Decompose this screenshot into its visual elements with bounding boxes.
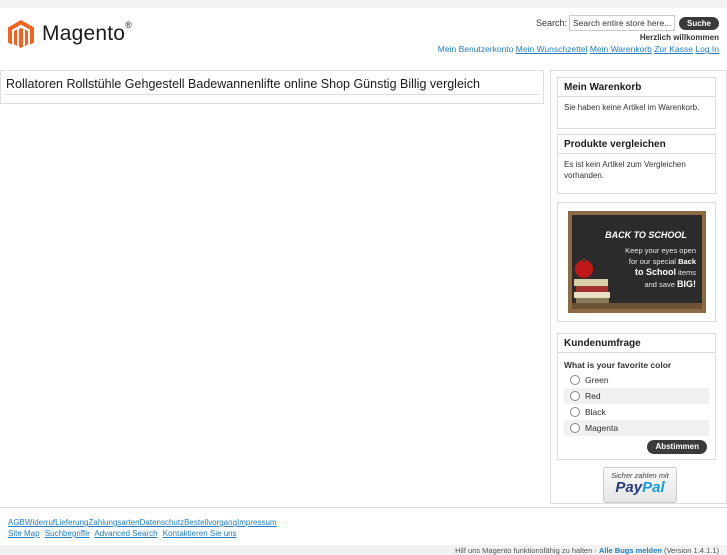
banner-line2: for our special Back bbox=[629, 257, 697, 266]
footer-divider bbox=[0, 507, 727, 508]
login-link[interactable]: Log In bbox=[695, 44, 719, 54]
wishlist-link[interactable]: Mein Wunschzettel bbox=[516, 44, 588, 54]
magento-logo-icon bbox=[8, 20, 34, 48]
vote-button[interactable]: Abstimmen bbox=[647, 440, 707, 454]
footer-contact-link[interactable]: Kontaktieren Sie uns bbox=[163, 529, 237, 538]
poll-option-green[interactable]: Green bbox=[564, 372, 709, 388]
checkout-link[interactable]: Zur Kasse bbox=[654, 44, 693, 54]
footer-links: Site Map Suchbegriffe Advanced Search Ko… bbox=[8, 529, 240, 538]
logo-text: Magento® bbox=[42, 20, 132, 45]
compare-empty-text: Es ist kein Artikel zum Vergleichen vorh… bbox=[564, 160, 686, 180]
chalkboard-banner-image: BACK TO SCHOOL Keep your eyes open for o… bbox=[558, 203, 715, 321]
page-title: Rollatoren Rollstühle Gehgestell Badewan… bbox=[6, 77, 480, 91]
footer-version-note: Hilf uns Magento funktionsfähig zu halte… bbox=[455, 546, 719, 555]
title-divider bbox=[5, 94, 539, 95]
store-logo[interactable]: Magento® bbox=[8, 20, 132, 48]
radio-button[interactable] bbox=[570, 375, 580, 385]
search-label: Search: bbox=[535, 18, 567, 28]
search-button[interactable]: Suche bbox=[678, 16, 719, 30]
header: Magento® Search: Suche Herzlich willkomm… bbox=[0, 8, 727, 66]
poll-block-title: Kundenumfrage bbox=[558, 334, 715, 353]
welcome-message: Herzlich willkommen bbox=[639, 33, 719, 42]
cart-link[interactable]: Mein Warenkorb bbox=[590, 44, 652, 54]
poll-block: Kundenumfrage What is your favorite colo… bbox=[557, 333, 716, 460]
cart-block-title: Mein Warenkorb bbox=[558, 78, 715, 97]
radio-button[interactable] bbox=[570, 423, 580, 433]
footer-legal-links: AGBWiderrufLieferungZahlungsartenDatensc… bbox=[8, 518, 277, 527]
radio-button[interactable] bbox=[570, 407, 580, 417]
footer-sitemap-link[interactable]: Site Map bbox=[8, 529, 40, 538]
poll-option-black[interactable]: Black bbox=[564, 404, 709, 420]
page: Magento® Search: Suche Herzlich willkomm… bbox=[0, 8, 727, 555]
paypal-badge[interactable]: Sicher zahlen mit PayPal bbox=[603, 467, 677, 503]
compare-block: Produkte vergleichen Es ist kein Artikel… bbox=[557, 134, 716, 194]
main-content: Rollatoren Rollstühle Gehgestell Badewan… bbox=[0, 70, 544, 104]
account-link[interactable]: Mein Benutzerkonto bbox=[438, 44, 514, 54]
cart-empty-text: Sie haben keine Artikel im Warenkorb. bbox=[564, 103, 700, 112]
right-sidebar: Mein Warenkorb Sie haben keine Artikel i… bbox=[550, 70, 727, 504]
report-bugs-link[interactable]: Alle Bugs melden bbox=[599, 546, 662, 555]
banner-line4: and save BIG! bbox=[644, 279, 696, 289]
search-form: Search: Suche bbox=[536, 15, 719, 31]
poll-option-magenta[interactable]: Magenta bbox=[564, 420, 709, 436]
banner-line3: to School items bbox=[635, 267, 696, 277]
paypal-logo: PayPal bbox=[615, 479, 665, 496]
poll-question: What is your favorite color bbox=[564, 360, 672, 370]
footer-advanced-search-link[interactable]: Advanced Search bbox=[94, 529, 157, 538]
radio-button[interactable] bbox=[570, 391, 580, 401]
search-input[interactable] bbox=[568, 15, 675, 31]
back-to-school-banner[interactable]: BACK TO SCHOOL Keep your eyes open for o… bbox=[557, 202, 716, 322]
top-links: Mein Benutzerkonto Mein Wunschzettel Mei… bbox=[438, 44, 719, 54]
compare-block-title: Produkte vergleichen bbox=[558, 135, 715, 154]
cart-block: Mein Warenkorb Sie haben keine Artikel i… bbox=[557, 77, 716, 129]
poll-option-red[interactable]: Red bbox=[564, 388, 709, 404]
banner-heading: BACK TO SCHOOL bbox=[605, 230, 687, 240]
footer-search-terms-link[interactable]: Suchbegriffe bbox=[45, 529, 90, 538]
footer-legal-link[interactable]: AGBWiderrufLieferungZahlungsartenDatensc… bbox=[8, 518, 277, 527]
banner-line1: Keep your eyes open bbox=[625, 246, 696, 255]
